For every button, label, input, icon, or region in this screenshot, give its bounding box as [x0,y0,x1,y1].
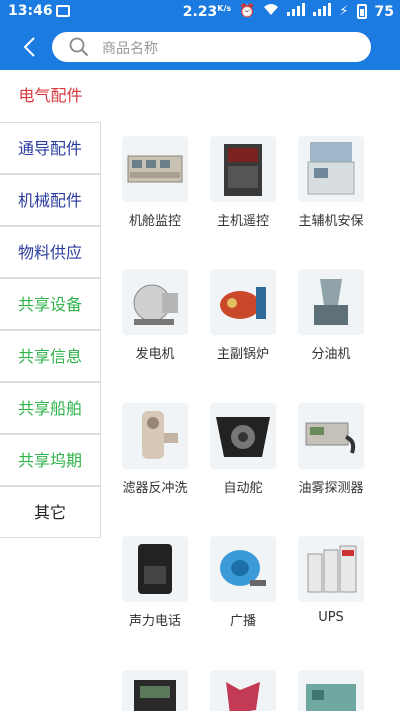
product-image [298,670,364,711]
signal-hd-icon [287,3,306,20]
status-right-group: 2.23K/s ⏰ ⚡ 75 [183,3,394,20]
product-image [122,269,188,335]
product-label: 主辅机安保 [298,214,364,229]
product-generator[interactable]: 发电机 [111,269,199,362]
sidebar-item-electrical[interactable]: 电气配件 [0,70,101,122]
product-image [298,536,364,602]
alarm-icon: ⏰ [239,4,256,19]
product-label: 自动舵 [223,481,263,496]
status-time: 13:46 [8,3,53,19]
product-image [210,269,276,335]
charging-icon: ⚡ [339,4,349,19]
sidebar-item-shared-dock[interactable]: 共享坞期 [0,434,101,486]
product-boiler[interactable]: 主副锅炉 [199,269,287,362]
sidebar-item-mechanical[interactable]: 机械配件 [0,174,101,226]
product-filter-backflush[interactable]: 滤器反冲洗 [111,403,199,496]
network-speed: 2.23K/s [183,4,231,20]
chevron-left-icon [23,37,35,57]
network-speed-value: 2.23 [182,3,218,20]
product-image [122,136,188,202]
product-oil-mist-detector[interactable]: 油雾探测器 [287,403,375,496]
battery-level: 75 [374,3,394,20]
sidebar-item-shared-ships[interactable]: 共享船舶 [0,382,101,434]
product-safety-system[interactable]: 主辅机安保 [287,136,375,229]
product-image [210,536,276,602]
product-broadcast[interactable]: 广播 [199,536,287,629]
product-grid: 机舱监控 主机遥控 主辅机安保 发电机 主副锅炉 分油机 滤器反冲洗 自动舵 油… [101,70,400,711]
product-image [122,670,188,711]
back-button[interactable] [14,32,44,62]
product-image [210,403,276,469]
product-image [210,670,276,711]
product-image [298,136,364,202]
sidebar-item-other[interactable]: 其它 [0,486,101,538]
product-image [122,536,188,602]
network-speed-unit: K/s [217,3,232,13]
product-label: 主副锅炉 [216,347,269,362]
product-label: 分油机 [311,347,351,362]
wifi-icon [263,3,279,20]
product-pump[interactable] [199,670,287,711]
search-icon [69,37,89,57]
search-bar[interactable]: 商品名称 [52,32,371,62]
sidebar-item-shared-equipment[interactable]: 共享设备 [0,278,101,330]
product-label: UPS [318,610,344,625]
product-image [122,403,188,469]
sidebar-item-navigation-comm[interactable]: 通导配件 [0,122,101,174]
product-engine-room-monitor[interactable]: 机舱监控 [111,136,199,229]
product-label: 发电机 [135,347,175,362]
signal-icon [313,3,332,20]
product-main-engine-remote[interactable]: 主机遥控 [199,136,287,229]
product-image [298,403,364,469]
product-ups[interactable]: UPS [287,536,375,625]
product-label: 滤器反冲洗 [122,481,188,496]
header-bar: 商品名称 [0,24,400,70]
product-label: 广播 [229,614,256,629]
product-engine-unit[interactable] [287,670,375,711]
product-oil-separator[interactable]: 分油机 [287,269,375,362]
product-image [298,269,364,335]
category-sidebar: 电气配件 通导配件 机械配件 物料供应 共享设备 共享信息 共享船舶 共享坞期 … [0,70,101,711]
sidebar-item-supplies[interactable]: 物料供应 [0,226,101,278]
notification-image-icon [56,5,70,17]
product-sound-powered-phone[interactable]: 声力电话 [111,536,199,629]
product-label: 主机遥控 [216,214,269,229]
search-placeholder: 商品名称 [102,41,158,57]
product-label: 机舱监控 [128,214,181,229]
product-image [210,136,276,202]
status-bar: 13:46 2.23K/s ⏰ ⚡ 75 [0,0,400,24]
product-control-panel[interactable] [111,670,199,711]
battery-icon [356,4,367,19]
product-autopilot[interactable]: 自动舵 [199,403,287,496]
sidebar-item-shared-info[interactable]: 共享信息 [0,330,101,382]
product-label: 油雾探测器 [298,481,364,496]
product-label: 声力电话 [128,614,181,629]
